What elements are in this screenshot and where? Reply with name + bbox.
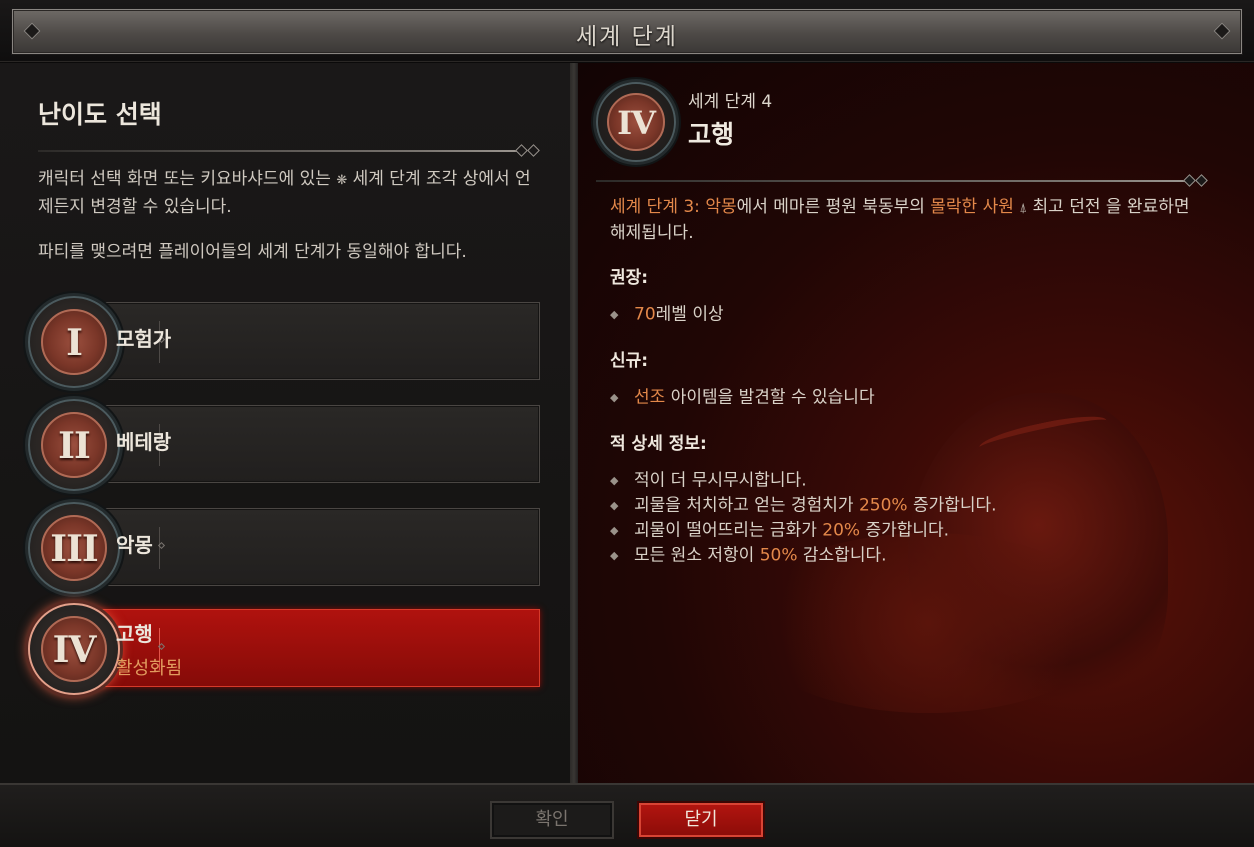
enemy-heading: 적 상세 정보: [610, 434, 707, 454]
tier-4-large-emblem-icon: IV [596, 82, 676, 162]
tier-3-emblem-icon: III [28, 502, 120, 594]
bullet-icon: ◆ [610, 499, 619, 512]
enemy-item: ◆ 괴물을 처치하고 얻는 경험치가 250% 증가합니다. [610, 493, 997, 519]
enemy-item: ◆ 적이 더 무시무시합니다. [610, 468, 807, 494]
dungeon-icon: ⍋ [1019, 201, 1028, 216]
close-button[interactable]: 닫기 [637, 801, 765, 839]
panel-heading: 난이도 선택 [38, 100, 162, 129]
divider-ornament-icon [515, 144, 528, 157]
description-text: 캐릭터 선택 화면 또는 키요바샤드에 있는 ❋ 세계 단계 조각 상에서 언제… [38, 166, 543, 221]
tier-name: 고행 [116, 622, 153, 646]
enemy-item: ◆ 모든 원소 저항이 50% 감소합니다. [610, 543, 887, 569]
new-heading: 신규: [610, 351, 649, 371]
enemy-item: ◆ 괴물이 떨어뜨리는 금화가 20% 증가합니다. [610, 518, 949, 544]
recommended-heading: 권장: [610, 268, 649, 288]
divider-ornament-icon [1195, 174, 1208, 187]
recommended-item: ◆ 70레벨 이상 [610, 302, 724, 328]
detail-panel: IV 세계 단계 4 고행 세계 단계 3: 악몽에서 메마른 평원 북동부의 … [578, 63, 1254, 783]
tier-name: 베테랑 [116, 430, 172, 454]
tier-4-emblem-icon: IV [28, 603, 120, 695]
new-item: ◆ 선조 아이템을 발견할 수 있습니다 [610, 385, 875, 411]
world-tier-label: 세계 단계 4 [688, 92, 773, 112]
party-note: 파티를 맺으려면 플레이어들의 세계 단계가 동일해야 합니다. [38, 242, 467, 262]
tier-2-emblem-icon: II [28, 399, 120, 491]
desc-line-1: 캐릭터 선택 화면 또는 키요바샤드에 있는 [38, 169, 331, 189]
heading-divider [38, 150, 518, 152]
dungeon-name: 몰락한 사원 [930, 197, 1014, 217]
tier-option-2[interactable]: II 베테랑 [28, 399, 540, 491]
confirm-button[interactable]: 확인 [490, 801, 614, 839]
tier-status: 활성화됨 [116, 658, 183, 679]
bullet-icon: ◆ [610, 524, 619, 537]
bullet-icon: ◆ [610, 391, 619, 404]
footer-bar: 확인 닫기 [0, 783, 1254, 847]
title-bar: 세계 단계 [0, 0, 1254, 62]
tier-name: 악몽 [116, 533, 153, 557]
bullet-icon: ◆ [610, 549, 619, 562]
window-title: 세계 단계 [576, 24, 678, 50]
bullet-icon: ◆ [610, 308, 619, 321]
tier-name: 모험가 [116, 327, 172, 351]
tier-option-3[interactable]: III 악몽 [28, 502, 540, 594]
tier-option-4[interactable]: IV 고행 활성화됨 [28, 603, 540, 695]
tier-option-1[interactable]: I 모험가 [28, 296, 540, 388]
detail-divider [596, 180, 1186, 182]
tier-bar[interactable] [86, 508, 540, 586]
world-tier-name: 고행 [688, 120, 735, 149]
unlock-text: 세계 단계 3: 악몽에서 메마른 평원 북동부의 몰락한 사원 ⍋ 최고 던전… [610, 197, 1190, 243]
difficulty-panel: 난이도 선택 캐릭터 선택 화면 또는 키요바샤드에 있는 ❋ 세계 단계 조각… [0, 63, 570, 783]
bullet-icon: ◆ [610, 474, 619, 487]
shrine-icon: ❋ [336, 173, 348, 188]
prev-tier-link: 세계 단계 3: 악몽 [610, 197, 737, 217]
divider-ornament-icon [1183, 174, 1196, 187]
divider-ornament-icon [527, 144, 540, 157]
panel-divider [570, 63, 578, 783]
desc-line-1b: 세계 단계 조각 [352, 169, 458, 189]
tier-1-emblem-icon: I [28, 296, 120, 388]
